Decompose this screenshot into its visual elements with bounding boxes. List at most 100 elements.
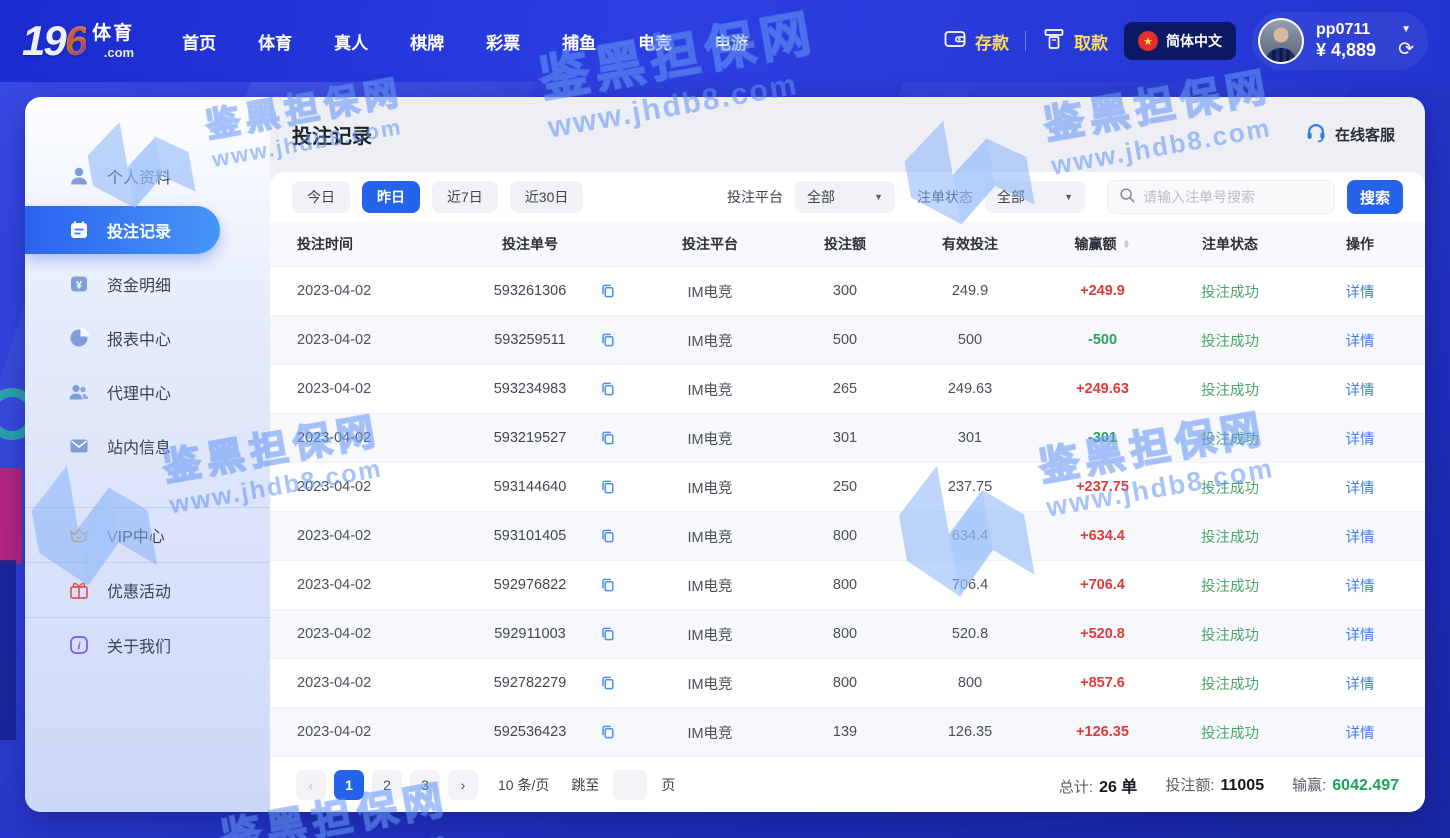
detail-link[interactable]: 详情 <box>1295 624 1425 645</box>
search-button[interactable]: 搜索 <box>1347 180 1403 214</box>
bet-time-cell: 2023-04-02 <box>270 675 430 691</box>
sidebar-item-messages[interactable]: 站内信息 <box>25 419 270 473</box>
platform-cell: IM电竞 <box>630 477 790 498</box>
nav-item-lottery[interactable]: 彩票 <box>486 29 520 54</box>
page-button-1[interactable]: 1 <box>334 770 364 800</box>
col-winloss[interactable]: 输赢额▲▼ <box>1040 234 1165 254</box>
copy-icon[interactable] <box>600 724 616 740</box>
deposit-label: 存款 <box>975 29 1009 54</box>
jump-page-input[interactable] <box>613 770 647 800</box>
detail-link[interactable]: 详情 <box>1295 379 1425 400</box>
prev-page-button[interactable]: ‹ <box>296 770 326 800</box>
winloss-cell: +126.35 <box>1040 724 1165 740</box>
sidebar-label: 代理中心 <box>107 380 171 404</box>
platform-select[interactable]: 全部 ▼ <box>795 181 895 213</box>
sidebar-item-vip[interactable]: VIP中心 <box>25 508 270 562</box>
platform-cell: IM电竞 <box>630 624 790 645</box>
online-support-label: 在线客服 <box>1335 124 1395 145</box>
amount-cell: 300 <box>790 283 900 299</box>
amount-cell: 265 <box>790 381 900 397</box>
sidebar-item-bet-records[interactable]: 投注记录 <box>25 206 220 254</box>
nav-item-sports[interactable]: 体育 <box>258 29 292 54</box>
language-selector[interactable]: ★ 简体中文 <box>1124 22 1236 60</box>
sidebar-item-agent[interactable]: 代理中心 <box>25 365 270 419</box>
sidebar-item-reports[interactable]: 报表中心 <box>25 311 270 365</box>
nav-item-fishing[interactable]: 捕鱼 <box>562 29 596 54</box>
sort-icon[interactable]: ▲▼ <box>1123 240 1131 250</box>
detail-link[interactable]: 详情 <box>1295 428 1425 449</box>
refresh-balance-icon[interactable]: ⟳ <box>1398 42 1414 58</box>
logo-cn-label: 体育 <box>92 24 134 43</box>
valid-bet-cell: 126.35 <box>900 724 1040 740</box>
copy-icon[interactable] <box>600 479 616 495</box>
avatar[interactable] <box>1258 18 1304 64</box>
bet-id-cell: 593259511 <box>430 332 630 348</box>
nav-item-chess[interactable]: 棋牌 <box>410 29 444 54</box>
tab-last7days[interactable]: 近7日 <box>432 181 498 213</box>
detail-link[interactable]: 详情 <box>1295 477 1425 498</box>
copy-icon[interactable] <box>600 675 616 691</box>
copy-icon[interactable] <box>600 332 616 348</box>
bet-time-cell: 2023-04-02 <box>270 381 430 397</box>
sidebar-label: 站内信息 <box>107 434 171 458</box>
copy-icon[interactable] <box>600 430 616 446</box>
table-row: 2023-04-02 593259511 IM电竞 500 500 -500 投… <box>270 316 1425 365</box>
status-cell: 投注成功 <box>1165 281 1295 302</box>
search-input[interactable] <box>1143 189 1313 205</box>
detail-link[interactable]: 详情 <box>1295 722 1425 743</box>
status-cell: 投注成功 <box>1165 330 1295 351</box>
bet-time-cell: 2023-04-02 <box>270 430 430 446</box>
platform-cell: IM电竞 <box>630 526 790 547</box>
platform-filter-label: 投注平台 <box>727 187 783 207</box>
copy-icon[interactable] <box>600 626 616 642</box>
sidebar-item-about[interactable]: i 关于我们 <box>25 618 270 672</box>
status-select-value: 全部 <box>997 187 1025 207</box>
deposit-button[interactable]: 存款 <box>943 27 1009 56</box>
copy-icon[interactable] <box>600 528 616 544</box>
crown-icon <box>67 523 91 547</box>
copy-icon[interactable] <box>600 283 616 299</box>
tab-last30days[interactable]: 近30日 <box>510 181 584 213</box>
col-bet-time: 投注时间 <box>270 234 430 254</box>
pie-chart-icon <box>67 326 91 350</box>
table-row: 2023-04-02 593261306 IM电竞 300 249.9 +249… <box>270 267 1425 316</box>
copy-icon[interactable] <box>600 577 616 593</box>
copy-icon[interactable] <box>600 381 616 397</box>
col-platform: 投注平台 <box>630 234 790 254</box>
nav-item-esports[interactable]: 电竞 <box>638 29 672 54</box>
table-row: 2023-04-02 592911003 IM电竞 800 520.8 +520… <box>270 610 1425 659</box>
total-count-label: 总计: <box>1059 779 1093 796</box>
next-page-button[interactable]: › <box>448 770 478 800</box>
nav-item-live[interactable]: 真人 <box>334 29 368 54</box>
main-header: 投注记录 在线客服 <box>270 97 1425 172</box>
amount-cell: 500 <box>790 332 900 348</box>
online-support-button[interactable]: 在线客服 <box>1305 121 1395 148</box>
wallet-icon <box>943 27 967 56</box>
sidebar-item-funds[interactable]: ¥ 资金明细 <box>25 257 270 311</box>
page-button-2[interactable]: 2 <box>372 770 402 800</box>
bet-time-cell: 2023-04-02 <box>270 283 430 299</box>
sidebar-item-promotions[interactable]: 优惠活动 <box>25 563 270 617</box>
withdraw-button[interactable]: 取款 <box>1042 27 1108 56</box>
nav-item-games[interactable]: 电游 <box>714 29 748 54</box>
user-box[interactable]: pp0711 ¥ 4,889 ▼ ⟳ <box>1252 12 1428 70</box>
detail-link[interactable]: 详情 <box>1295 575 1425 596</box>
nav-item-home[interactable]: 首页 <box>182 29 216 54</box>
detail-link[interactable]: 详情 <box>1295 281 1425 302</box>
bet-id-cell: 593144640 <box>430 479 630 495</box>
winloss-cell: -301 <box>1040 430 1165 446</box>
winloss-cell: +520.8 <box>1040 626 1165 642</box>
tab-today[interactable]: 今日 <box>292 181 350 213</box>
detail-link[interactable]: 详情 <box>1295 526 1425 547</box>
headset-icon <box>1305 121 1327 148</box>
amount-cell: 800 <box>790 675 900 691</box>
page-button-3[interactable]: 3 <box>410 770 440 800</box>
tab-yesterday[interactable]: 昨日 <box>362 181 420 213</box>
site-logo[interactable]: 196 体育 .com <box>22 23 134 59</box>
detail-link[interactable]: 详情 <box>1295 330 1425 351</box>
status-select[interactable]: 全部 ▼ <box>985 181 1085 213</box>
chevron-down-icon[interactable]: ▼ <box>1401 24 1411 35</box>
detail-link[interactable]: 详情 <box>1295 673 1425 694</box>
sidebar-item-profile[interactable]: 个人资料 <box>25 149 270 203</box>
bet-time-cell: 2023-04-02 <box>270 577 430 593</box>
